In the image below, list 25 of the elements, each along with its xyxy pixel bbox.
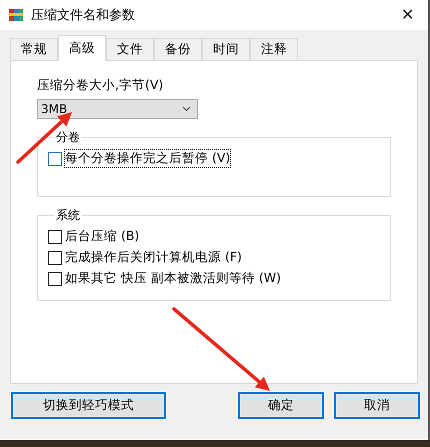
tab[interactable]: 高级 bbox=[58, 35, 106, 61]
tab[interactable]: 备份 bbox=[154, 38, 202, 60]
checkbox-label: 每个分卷操作完之后暂停 (V) bbox=[65, 150, 230, 167]
group-title: 系统 bbox=[55, 207, 81, 224]
checkbox-label: 完成操作后关闭计算机电源 (F) bbox=[65, 249, 242, 266]
dialog-button[interactable]: 确定 bbox=[238, 392, 324, 419]
checkbox[interactable] bbox=[48, 230, 62, 244]
tab[interactable]: 时间 bbox=[202, 38, 250, 60]
checkbox-label: 如果其它 快压 副本被激活则等待 (W) bbox=[65, 270, 282, 287]
dialog-button[interactable]: 切换到轻巧模式 bbox=[11, 392, 166, 419]
close-button[interactable]: ✕ bbox=[395, 5, 420, 25]
chevron-down-icon bbox=[182, 106, 191, 112]
tab[interactable]: 文件 bbox=[106, 38, 154, 60]
checkbox[interactable] bbox=[48, 272, 62, 286]
tab[interactable]: 常规 bbox=[10, 38, 58, 60]
app-icon bbox=[8, 7, 24, 23]
group-title: 分卷 bbox=[55, 129, 81, 146]
checkbox-label: 后台压缩 (B) bbox=[65, 228, 140, 245]
window-title: 压缩文件名和参数 bbox=[31, 7, 136, 24]
checkbox[interactable] bbox=[48, 250, 62, 264]
volume-size-dropdown[interactable]: 3MB bbox=[37, 99, 198, 119]
field-label: 压缩分卷大小,字节(V) bbox=[37, 77, 164, 94]
tab[interactable]: 注释 bbox=[250, 38, 298, 60]
dialog-button[interactable]: 取消 bbox=[334, 392, 420, 419]
checkbox[interactable] bbox=[48, 152, 62, 166]
